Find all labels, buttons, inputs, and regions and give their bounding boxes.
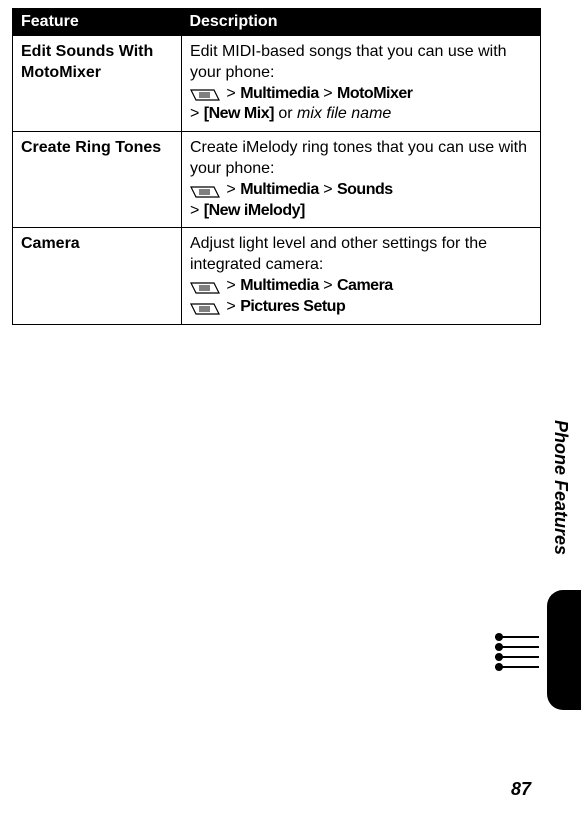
feature-name: Edit Sounds With MotoMixer bbox=[13, 36, 182, 132]
path-segment: [New Mix] bbox=[204, 105, 274, 122]
page-tab bbox=[547, 590, 581, 710]
desc-text: Edit MIDI-based songs that you can use w… bbox=[190, 43, 507, 81]
table-row: Camera Adjust light level and other sett… bbox=[13, 228, 541, 324]
list-icon bbox=[495, 628, 539, 672]
feature-name: Camera bbox=[13, 228, 182, 324]
feature-name: Create Ring Tones bbox=[13, 132, 182, 228]
path-segment: MotoMixer bbox=[337, 85, 413, 102]
path-segment: Pictures Setup bbox=[240, 298, 345, 315]
page-number: 87 bbox=[511, 779, 531, 800]
header-feature: Feature bbox=[13, 9, 182, 36]
feature-description: Create iMelody ring tones that you can u… bbox=[181, 132, 540, 228]
menu-key-icon bbox=[190, 301, 220, 313]
desc-text: Create iMelody ring tones that you can u… bbox=[190, 139, 527, 177]
path-segment: Multimedia bbox=[240, 181, 319, 198]
menu-key-icon bbox=[190, 87, 220, 99]
path-segment: Camera bbox=[337, 277, 393, 294]
feature-description: Adjust light level and other settings fo… bbox=[181, 228, 540, 324]
path-segment: Sounds bbox=[337, 181, 393, 198]
path-or: or bbox=[274, 105, 297, 122]
path-segment: Multimedia bbox=[240, 85, 319, 102]
menu-key-icon bbox=[190, 184, 220, 196]
path-segment: Multimedia bbox=[240, 277, 319, 294]
table-row: Create Ring Tones Create iMelody ring to… bbox=[13, 132, 541, 228]
feature-description: Edit MIDI-based songs that you can use w… bbox=[181, 36, 540, 132]
path-segment: [New iMelody] bbox=[204, 202, 305, 219]
features-table: Feature Description Edit Sounds With Mot… bbox=[12, 8, 541, 325]
header-description: Description bbox=[181, 9, 540, 36]
table-row: Edit Sounds With MotoMixer Edit MIDI-bas… bbox=[13, 36, 541, 132]
path-italic: mix file name bbox=[297, 105, 391, 122]
desc-text: Adjust light level and other settings fo… bbox=[190, 235, 487, 273]
section-label: Phone Features bbox=[550, 420, 571, 555]
page-content: Feature Description Edit Sounds With Mot… bbox=[0, 0, 581, 365]
menu-key-icon bbox=[190, 280, 220, 292]
